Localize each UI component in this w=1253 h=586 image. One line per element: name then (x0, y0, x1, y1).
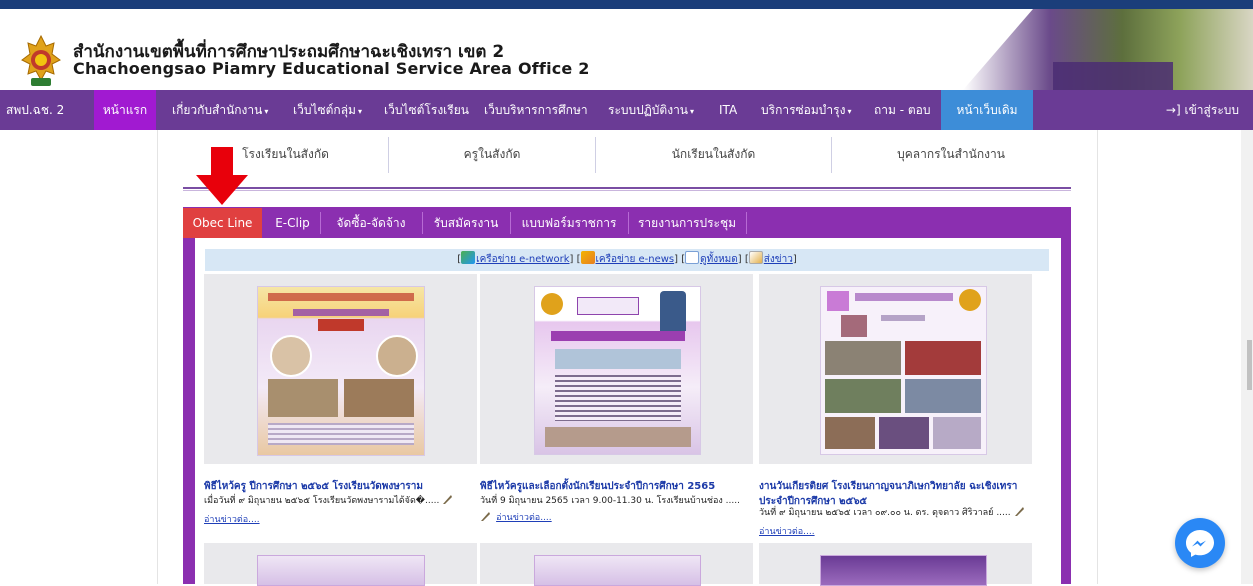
news-card[interactable]: พิธีไหว้ครู ปีการศึกษา ๒๕๖๕ โรงเรียนวัดพ… (204, 274, 477, 538)
news-poster (820, 286, 987, 455)
news-card[interactable]: งานวันเกียรติยศ โรงเรียนกาญจนาภิเษกวิทยา… (759, 274, 1032, 538)
news-card-summary: วันที่ ๙ มิถุนายน ๒๕๖๕ เวลา ๐๙.๐๐ น. ดร.… (759, 505, 1037, 519)
chevron-down-icon: ▾ (847, 107, 852, 116)
tab-teachers[interactable]: ครูในสังกัด (389, 133, 595, 177)
tab-meeting-reports[interactable]: รายงานการประชุม (629, 208, 745, 238)
nav-item-about[interactable]: เกี่ยวกับสำนักงาน ▾ (166, 90, 274, 130)
news-poster (534, 555, 701, 586)
tab-forms[interactable]: แบบฟอร์มราชการ (511, 208, 627, 238)
e-network-link[interactable]: เครือข่าย e-network (476, 254, 569, 265)
news-card-image[interactable] (204, 274, 477, 464)
news-card[interactable] (759, 543, 1032, 586)
news-poster (257, 555, 425, 586)
news-icon (580, 251, 595, 264)
site-title-english: Chachoengsao Piamry Educational Service … (73, 59, 590, 78)
category-tabs: โรงเรียนในสังกัด ครูในสังกัด นักเรียนในส… (183, 133, 1070, 177)
tab-jobs[interactable]: รับสมัครงาน (423, 208, 509, 238)
view-all-link[interactable]: ดูทั้งหมด (700, 254, 738, 265)
login-link[interactable]: →] เข้าสู่ระบบ (1166, 90, 1239, 130)
read-more-link[interactable]: อ่านข่าวต่อ.... (204, 515, 260, 525)
tab-obec-line[interactable]: Obec Line (183, 208, 262, 238)
chevron-down-icon: ▾ (264, 107, 269, 116)
nav-item-school-sites[interactable]: เว็บไซต์โรงเรียน (378, 90, 475, 130)
messenger-chat-button[interactable] (1175, 518, 1225, 568)
network-icon (461, 251, 476, 264)
divider (183, 190, 1071, 191)
nav-item-ita[interactable]: ITA (713, 90, 743, 130)
send-news-link[interactable]: ส่งข่าว (764, 254, 793, 265)
news-card-image[interactable] (759, 274, 1032, 464)
red-arrow-annotation (196, 147, 248, 205)
scrollbar-thumb[interactable] (1247, 340, 1252, 390)
main-navigation: สพป.ฉช. 2 หน้าแรก เกี่ยวกับสำนักงาน ▾ เว็… (0, 90, 1253, 130)
magnifier-icon (685, 251, 700, 264)
tab-e-clip[interactable]: E-Clip (266, 208, 319, 238)
news-card[interactable] (204, 543, 477, 586)
nav-item-admin-web[interactable]: เว็บบริหารการศึกษา (478, 90, 594, 130)
e-news-link[interactable]: เครือข่าย e-news (596, 254, 675, 265)
divider (183, 187, 1071, 189)
news-links-bar: [เครือข่าย e-network] [เครือข่าย e-news]… (205, 249, 1049, 271)
top-accent-bar (0, 0, 1253, 9)
read-more-link[interactable]: อ่านข่าวต่อ.... (759, 527, 815, 537)
nav-item-work-system[interactable]: ระบบปฏิบัติงาน ▾ (602, 90, 700, 130)
messenger-icon (1186, 530, 1214, 557)
news-poster (534, 286, 701, 455)
read-more-link[interactable]: อ่านข่าวต่อ.... (496, 513, 552, 523)
news-card-title[interactable]: พิธีไหว้ครู ปีการศึกษา ๒๕๖๕ โรงเรียนวัดพ… (204, 479, 482, 494)
obec-logo[interactable] (20, 34, 62, 89)
news-card[interactable] (480, 543, 753, 586)
site-header: สำนักงานเขตพื้นที่การศึกษาประถมศึกษาฉะเช… (0, 9, 1253, 90)
tab-students[interactable]: นักเรียนในสังกัด (596, 133, 831, 177)
nav-item-home[interactable]: หน้าแรก (94, 90, 156, 130)
news-card[interactable]: พิธีไหว้ครูและเลือกตั้งนักเรียนประจำปีกา… (480, 274, 753, 538)
quill-icon (443, 495, 453, 504)
nav-item-office-short[interactable]: สพป.ฉช. 2 (0, 90, 70, 130)
news-card-title[interactable]: พิธีไหว้ครูและเลือกตั้งนักเรียนประจำปีกา… (480, 479, 758, 494)
nav-item-faq[interactable]: ถาม - ตอบ (868, 90, 937, 130)
chevron-down-icon: ▾ (357, 107, 362, 116)
news-poster (820, 555, 987, 586)
pencil-icon (748, 251, 763, 264)
quill-icon (481, 512, 490, 521)
tab-office-staff[interactable]: บุคลากรในสำนักงาน (832, 133, 1070, 177)
divider (746, 212, 747, 234)
header-banner-image (963, 9, 1253, 90)
nav-item-group-sites[interactable]: เว็บไซต์กลุ่ม ▾ (287, 90, 368, 130)
news-poster (257, 286, 425, 456)
chevron-down-icon: ▾ (690, 107, 695, 116)
login-icon: →] (1165, 103, 1181, 117)
news-card-image[interactable] (480, 274, 753, 464)
nav-item-old-site[interactable]: หน้าเว็บเดิม (941, 90, 1033, 130)
nav-item-maintenance[interactable]: บริการซ่อมบำรุง ▾ (755, 90, 857, 130)
quill-icon (1014, 507, 1024, 516)
content-border-left (157, 130, 158, 584)
news-card-summary: เมื่อวันที่ ๙ มิถุนายน ๒๕๖๕ โรงเรียนวัดพ… (204, 493, 482, 507)
content-border-right (1097, 130, 1098, 584)
tab-procurement[interactable]: จัดซื้อ-จัดจ้าง (321, 208, 421, 238)
